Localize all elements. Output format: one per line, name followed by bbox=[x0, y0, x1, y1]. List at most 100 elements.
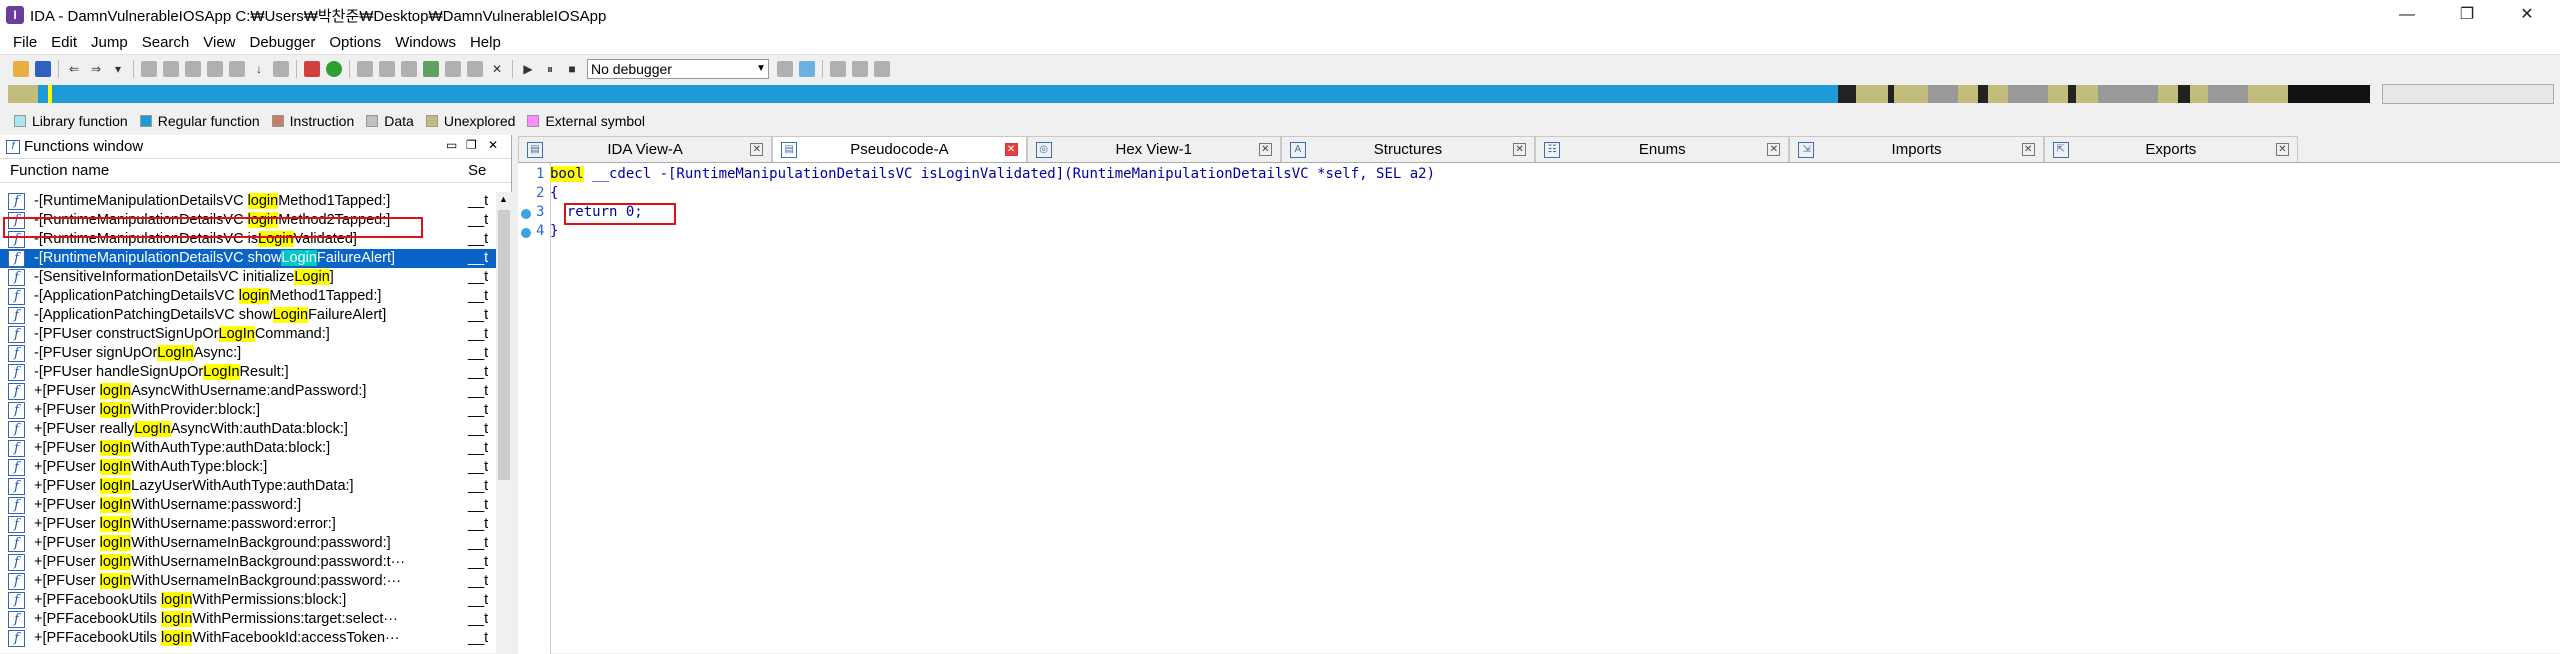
copy-icon[interactable] bbox=[141, 60, 157, 77]
debugger-select[interactable]: No debugger ▼ bbox=[587, 58, 769, 79]
function-row[interactable]: f -[RuntimeManipulationDetailsVC showLogi… bbox=[0, 249, 496, 268]
back-icon[interactable]: ⇐ bbox=[66, 61, 82, 77]
play-icon[interactable]: ▶ bbox=[520, 61, 536, 77]
function-row[interactable]: f +[PFFacebookUtils logInWithFacebookId:a… bbox=[0, 629, 496, 648]
function-row[interactable]: f +[PFFacebookUtils logInWithPermissions:… bbox=[0, 610, 496, 629]
search-highlight: logIn bbox=[99, 459, 132, 475]
trace-icon[interactable] bbox=[852, 60, 868, 77]
function-row[interactable]: f -[ApplicationPatchingDetailsVC loginMet… bbox=[0, 287, 496, 306]
tab-close-icon[interactable]: ✕ bbox=[1513, 143, 1527, 156]
close-button[interactable]: ✕ bbox=[2504, 0, 2550, 30]
function-row[interactable]: f +[PFUser logInLazyUserWithAuthType:auth… bbox=[0, 477, 496, 496]
function-row[interactable]: f +[PFUser logInWithUsername:password:] __… bbox=[0, 496, 496, 515]
x-icon[interactable]: ✕ bbox=[489, 61, 505, 77]
breakpoint-dot-icon[interactable] bbox=[521, 228, 531, 238]
function-row[interactable]: f -[PFUser handleSignUpOrLogInResult:] __t bbox=[0, 363, 496, 382]
function-row[interactable]: f +[PFUser logInWithAuthType:block:] __t bbox=[0, 458, 496, 477]
menu-search[interactable]: Search bbox=[135, 34, 197, 51]
breakpoint-icon[interactable] bbox=[830, 60, 846, 77]
stop-icon[interactable]: ■ bbox=[564, 61, 580, 77]
tab-close-icon[interactable]: ✕ bbox=[1767, 143, 1781, 156]
function-row[interactable]: f -[PFUser signUpOrLogInAsync:] __t bbox=[0, 344, 496, 363]
column-function-name[interactable]: Function name bbox=[10, 162, 109, 179]
function-row[interactable]: f +[PFUser logInAsyncWithUsername:andPass… bbox=[0, 382, 496, 401]
tab-exports[interactable]: ⇱ Exports ✕ bbox=[2043, 136, 2298, 162]
hex-view-icon: ◎ bbox=[1035, 142, 1052, 158]
column-segment[interactable]: Se bbox=[468, 162, 486, 179]
function-icon: f bbox=[8, 535, 25, 552]
navigation-band[interactable] bbox=[8, 85, 2370, 103]
tab-enums[interactable]: ☷ Enums ✕ bbox=[1535, 136, 1790, 162]
tab-structures[interactable]: A Structures ✕ bbox=[1280, 136, 1536, 162]
struct-icon[interactable] bbox=[423, 60, 439, 77]
tab-close-icon[interactable]: ✕ bbox=[1258, 143, 1272, 156]
breakpoint-dot-icon[interactable] bbox=[521, 209, 531, 219]
float-window-icon[interactable]: ▭ bbox=[446, 138, 457, 152]
code-line[interactable]: } bbox=[550, 222, 558, 241]
graph-icon[interactable] bbox=[304, 60, 320, 77]
menu-edit[interactable]: Edit bbox=[44, 34, 84, 51]
scrollbar-thumb[interactable] bbox=[498, 210, 510, 480]
menu-file[interactable]: File bbox=[6, 34, 44, 51]
minimize-button[interactable]: — bbox=[2384, 0, 2430, 30]
undefine-icon[interactable] bbox=[445, 60, 461, 77]
function-row[interactable]: f -[PFUser constructSignUpOrLogInCommand:… bbox=[0, 325, 496, 344]
tab-pseudocode-a[interactable]: ▤ Pseudocode-A ✕ bbox=[772, 136, 1027, 162]
open-icon[interactable] bbox=[13, 60, 29, 77]
clear-trace-icon[interactable] bbox=[874, 60, 890, 77]
tab-close-icon[interactable]: ✕ bbox=[2275, 143, 2289, 156]
down-arrow-icon[interactable]: ↓ bbox=[251, 61, 267, 77]
code-icon[interactable] bbox=[357, 60, 373, 77]
string-icon[interactable] bbox=[401, 60, 417, 77]
pseudocode-view[interactable]: 1 2 3 4 bool __cdecl -[RuntimeManipulati… bbox=[518, 162, 2560, 654]
menu-help[interactable]: Help bbox=[463, 34, 508, 51]
tab-close-icon[interactable]: ✕ bbox=[2021, 143, 2035, 156]
scroll-up-icon[interactable]: ▲ bbox=[499, 194, 508, 204]
search-text-icon[interactable] bbox=[185, 60, 201, 77]
highlight-box bbox=[564, 203, 676, 225]
function-row[interactable]: f +[PFUser logInWithUsernameInBackground:… bbox=[0, 553, 496, 572]
mark-icon[interactable] bbox=[273, 60, 289, 77]
attach-icon[interactable] bbox=[777, 60, 793, 77]
menu-options[interactable]: Options bbox=[322, 34, 388, 51]
data-icon[interactable] bbox=[379, 60, 395, 77]
imports-icon: ⇲ bbox=[1798, 142, 1815, 158]
tab-hex-view-1[interactable]: ◎ Hex View-1 ✕ bbox=[1026, 136, 1281, 162]
menu-view[interactable]: View bbox=[196, 34, 242, 51]
function-row[interactable]: f +[PFUser logInWithUsernameInBackground:… bbox=[0, 572, 496, 591]
maximize-button[interactable]: ❐ bbox=[2444, 0, 2490, 30]
functions-scrollbar[interactable]: ▲ bbox=[496, 192, 512, 653]
restore-window-icon[interactable]: ❐ bbox=[466, 138, 477, 152]
search-next-icon[interactable] bbox=[229, 60, 245, 77]
menu-debugger[interactable]: Debugger bbox=[243, 34, 323, 51]
function-row[interactable]: f -[ApplicationPatchingDetailsVC showLogi… bbox=[0, 306, 496, 325]
function-row[interactable]: f +[PFUser logInWithUsername:password:err… bbox=[0, 515, 496, 534]
function-row[interactable]: f +[PFUser logInWithUsernameInBackground:… bbox=[0, 534, 496, 553]
menu-windows[interactable]: Windows bbox=[388, 34, 463, 51]
tab-close-icon[interactable]: ✕ bbox=[750, 143, 764, 156]
menu-jump[interactable]: Jump bbox=[84, 34, 135, 51]
tab-imports[interactable]: ⇲ Imports ✕ bbox=[1789, 136, 2044, 162]
close-window-icon[interactable]: ✕ bbox=[488, 138, 498, 152]
function-row[interactable]: f +[PFUser logInWithProvider:block:] __t bbox=[0, 401, 496, 420]
function-row[interactable]: f +[PFFacebookUtils logInWithPermissions:… bbox=[0, 591, 496, 610]
function-row[interactable]: f +[PFUser reallyLogInAsyncWith:authData:… bbox=[0, 420, 496, 439]
detach-icon[interactable] bbox=[799, 60, 815, 77]
code-line[interactable]: { bbox=[550, 184, 558, 203]
legend-swatch bbox=[366, 115, 379, 127]
function-row[interactable]: f -[RuntimeManipulationDetailsVC loginMet… bbox=[0, 192, 496, 211]
history-icon[interactable]: ▾ bbox=[110, 61, 126, 77]
paste-icon[interactable] bbox=[163, 60, 179, 77]
search-binary-icon[interactable] bbox=[207, 60, 223, 77]
function-row[interactable]: f +[PFUser logInWithAuthType:authData:blo… bbox=[0, 439, 496, 458]
navigation-band-dropdown[interactable] bbox=[2382, 84, 2554, 104]
tab-ida-view-a[interactable]: ▤ IDA View-A ✕ bbox=[518, 136, 773, 162]
code-line[interactable]: bool __cdecl -[RuntimeManipulationDetail… bbox=[550, 165, 1435, 184]
tab-close-icon[interactable]: ✕ bbox=[1004, 143, 1018, 156]
forward-icon[interactable]: ⇒ bbox=[88, 61, 104, 77]
pause-icon[interactable]: ⏸ bbox=[542, 61, 558, 77]
run-analysis-icon[interactable] bbox=[326, 60, 342, 77]
save-icon[interactable] bbox=[35, 60, 51, 77]
function-icon[interactable] bbox=[467, 60, 483, 77]
function-row[interactable]: f -[SensitiveInformationDetailsVC initial… bbox=[0, 268, 496, 287]
